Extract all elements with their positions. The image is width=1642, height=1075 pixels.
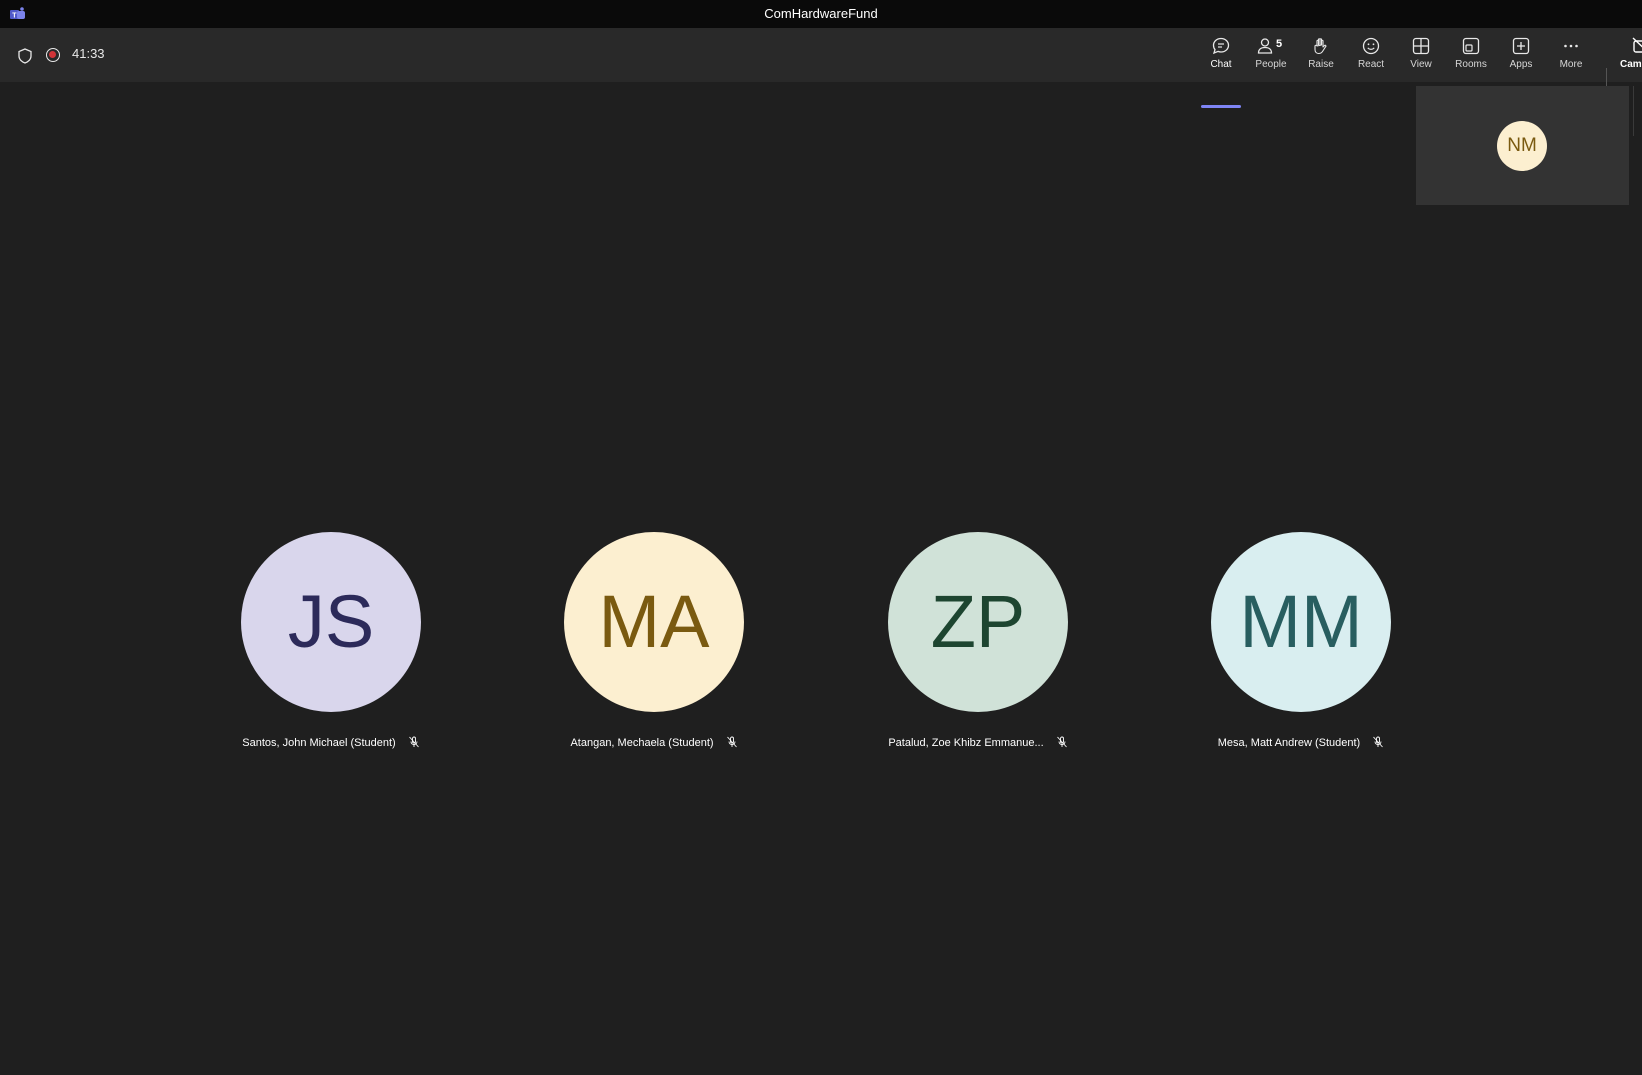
apps-label: Apps <box>1509 59 1533 70</box>
self-view-tile[interactable]: NM <box>1416 86 1629 205</box>
rooms-icon <box>1462 37 1480 55</box>
participant-name: Mesa, Matt Andrew (Student) <box>1217 737 1361 749</box>
react-button[interactable]: React <box>1346 36 1396 78</box>
rooms-button[interactable]: Rooms <box>1446 36 1496 78</box>
mic-off-icon <box>408 736 419 748</box>
mic-off-icon <box>1373 736 1384 748</box>
recording-indicator-icon <box>46 48 60 62</box>
title-bar: T ComHardwareFund <box>0 0 1642 28</box>
people-icon <box>1257 38 1273 54</box>
avatar: MA <box>564 532 744 712</box>
meeting-timer: 41:33 <box>72 46 105 61</box>
self-avatar: NM <box>1497 121 1547 171</box>
chat-button[interactable]: Chat <box>1196 36 1246 78</box>
raise-label: Raise <box>1308 59 1334 70</box>
view-label: View <box>1410 59 1432 70</box>
chat-icon <box>1212 37 1230 55</box>
raise-hand-button[interactable]: Raise <box>1296 36 1346 78</box>
view-button[interactable]: View <box>1396 36 1446 78</box>
people-count: 5 <box>1276 38 1283 50</box>
mic-off-icon <box>726 736 737 748</box>
camera-label: Cam <box>1620 59 1642 70</box>
react-label: React <box>1357 59 1385 70</box>
participant-nameplate: Santos, John Michael (Student) <box>211 736 451 749</box>
active-tab-indicator <box>1201 105 1241 108</box>
avatar: MM <box>1211 532 1391 712</box>
emoji-icon <box>1362 37 1380 55</box>
mic-off-icon <box>1056 736 1067 748</box>
participant-tile[interactable]: MM Mesa, Matt Andrew (Student) <box>1181 532 1421 752</box>
participant-tile[interactable]: MA Atangan, Mechaela (Student) <box>534 532 774 752</box>
rooms-label: Rooms <box>1455 59 1487 70</box>
more-label: More <box>1559 59 1583 70</box>
participant-tile[interactable]: JS Santos, John Michael (Student) <box>211 532 451 752</box>
participant-name: Patalud, Zoe Khibz Emmanue... <box>888 737 1044 749</box>
camera-button[interactable]: Cam <box>1620 36 1642 78</box>
meeting-toolbar: 41:33 Chat 5 People Raise React View Roo… <box>0 28 1642 108</box>
shield-icon[interactable] <box>18 48 32 64</box>
window-title: ComHardwareFund <box>764 6 878 21</box>
people-button[interactable]: 5 People <box>1246 36 1296 78</box>
people-label: People <box>1255 59 1287 70</box>
ellipsis-icon <box>1564 44 1578 48</box>
grid-icon <box>1412 37 1430 55</box>
apps-button[interactable]: Apps <box>1496 36 1546 78</box>
participant-tile[interactable]: ZP Patalud, Zoe Khibz Emmanue... <box>858 532 1098 752</box>
hand-icon <box>1314 38 1327 55</box>
camera-off-icon <box>1632 37 1642 53</box>
avatar: JS <box>241 532 421 712</box>
participant-name: Santos, John Michael (Student) <box>242 737 396 749</box>
participant-nameplate: Patalud, Zoe Khibz Emmanue... <box>858 736 1098 749</box>
more-button[interactable]: More <box>1546 36 1596 78</box>
participant-nameplate: Atangan, Mechaela (Student) <box>534 736 774 749</box>
participant-nameplate: Mesa, Matt Andrew (Student) <box>1181 736 1421 749</box>
side-panel-edge <box>1633 86 1642 136</box>
participant-name: Atangan, Mechaela (Student) <box>570 737 714 749</box>
plus-icon <box>1512 37 1530 55</box>
avatar: ZP <box>888 532 1068 712</box>
chat-label: Chat <box>1210 59 1232 70</box>
